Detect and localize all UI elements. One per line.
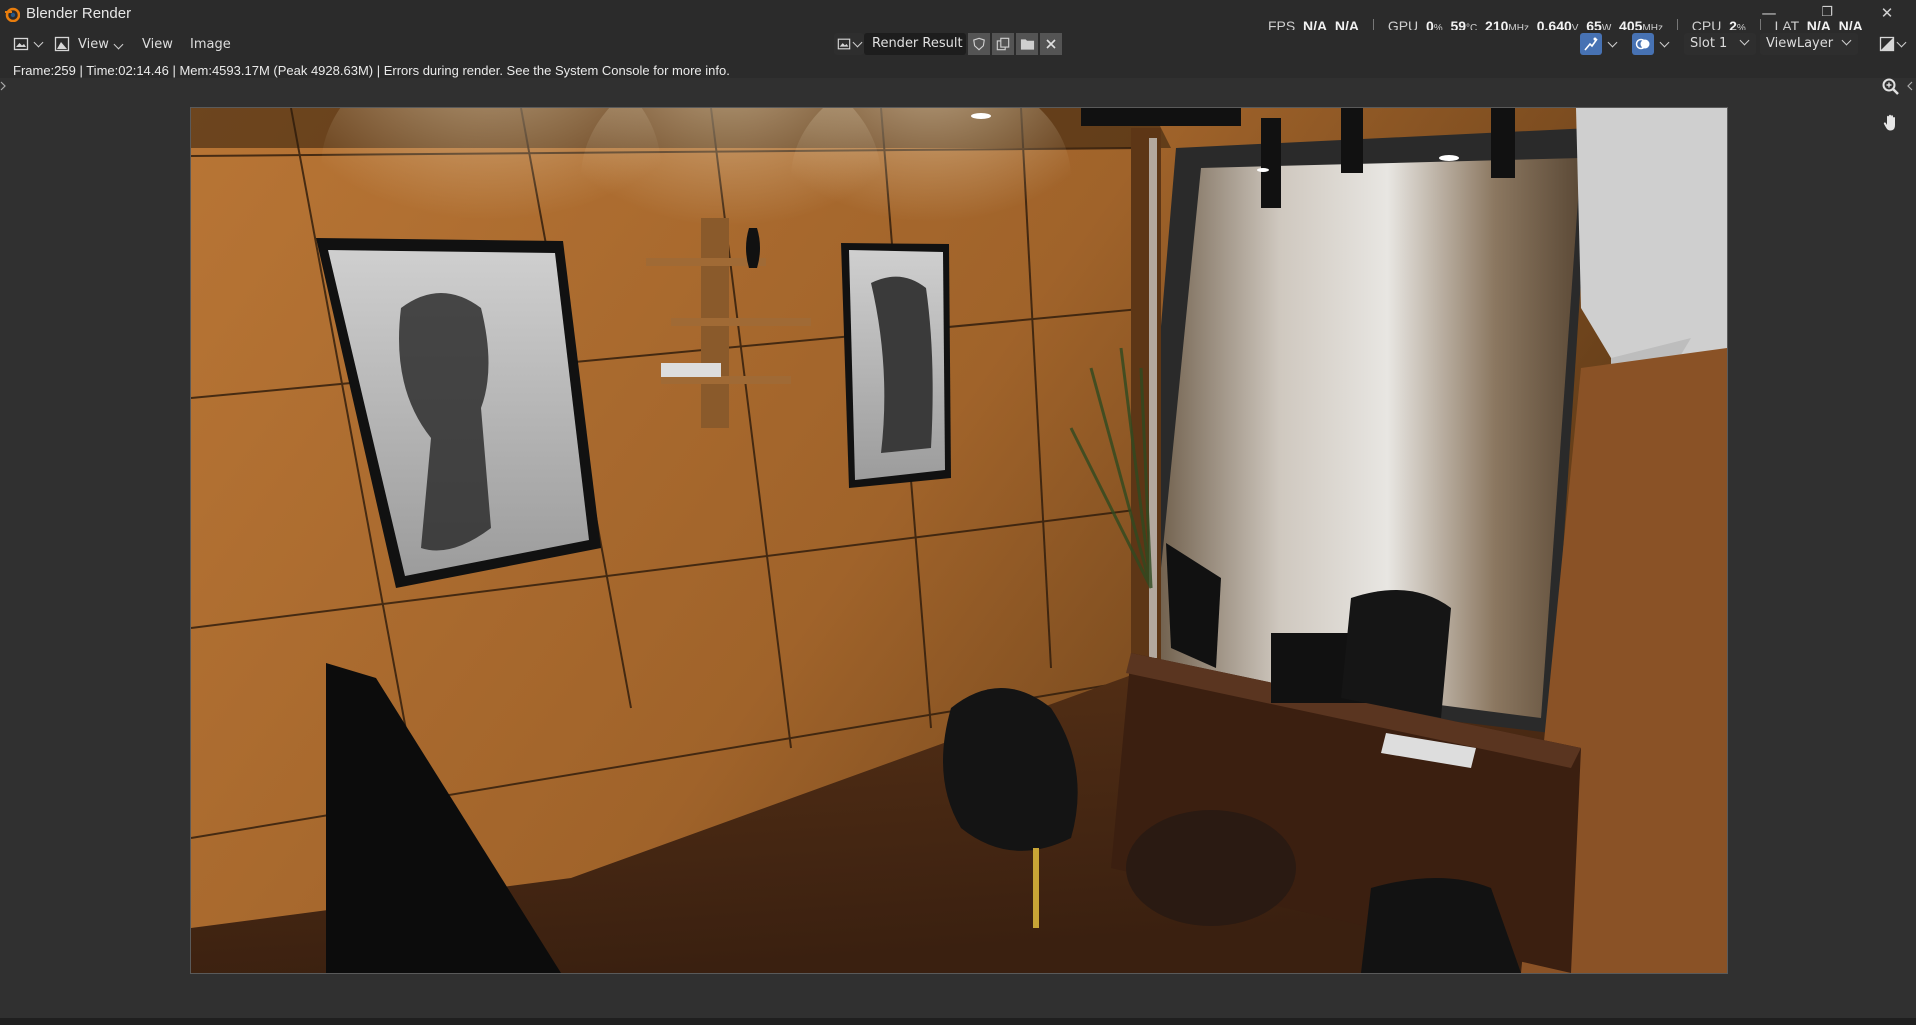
- menu-image[interactable]: Image: [190, 34, 231, 56]
- slot-dropdown[interactable]: Slot 1: [1684, 33, 1756, 55]
- chevron-down-icon: [113, 39, 124, 50]
- chevron-down-icon: [1659, 37, 1669, 47]
- collapse-left-icon[interactable]: [0, 80, 8, 92]
- hand-icon: [1883, 114, 1895, 131]
- window-title: Blender Render: [26, 5, 132, 22]
- shield-icon: [973, 37, 985, 51]
- image-browse-button[interactable]: [834, 33, 864, 55]
- blender-logo-icon: [5, 7, 20, 22]
- overlay-icon: [1635, 38, 1650, 50]
- unlink-image-button[interactable]: [1040, 33, 1062, 55]
- view-layer-dropdown[interactable]: ViewLayer: [1760, 33, 1858, 55]
- duplicate-icon: [996, 37, 1010, 51]
- overlay-dropdown[interactable]: [1656, 33, 1672, 55]
- sample-tool-dropdown[interactable]: [1604, 33, 1620, 55]
- slot-label: Slot 1: [1690, 36, 1728, 51]
- render-result-image: [190, 107, 1728, 974]
- bottom-status-strip: [0, 1018, 1916, 1025]
- image-browse-icon: [837, 38, 851, 50]
- display-channels-button[interactable]: [1876, 33, 1908, 55]
- editor-type-button[interactable]: [10, 33, 44, 55]
- chevron-down-icon: [1896, 37, 1907, 47]
- display-channels-icon: [1879, 36, 1895, 52]
- new-image-button[interactable]: [992, 33, 1014, 55]
- zoom-icon: [1882, 78, 1899, 95]
- view-dropdown[interactable]: View: [78, 34, 124, 56]
- pan-button[interactable]: [1877, 109, 1905, 137]
- zoom-button[interactable]: [1877, 73, 1905, 101]
- mode-button[interactable]: [52, 33, 72, 55]
- open-image-button[interactable]: [1016, 33, 1038, 55]
- render-status-text: Frame:259 | Time:02:14.46 | Mem:4593.17M…: [13, 63, 730, 78]
- overlay-toggle-button[interactable]: [1632, 33, 1654, 55]
- image-mode-icon: [54, 36, 70, 52]
- chevron-down-icon: [1607, 37, 1617, 47]
- view-layer-label: ViewLayer: [1766, 36, 1834, 51]
- chevron-down-icon: [1841, 35, 1852, 46]
- chevron-down-icon: [852, 37, 863, 47]
- image-editor-icon: [13, 37, 28, 51]
- image-name-field[interactable]: Render Result: [864, 33, 966, 55]
- menu-view[interactable]: View: [142, 34, 173, 56]
- folder-icon: [1020, 39, 1034, 50]
- close-icon: [1046, 39, 1056, 49]
- sample-tool-button[interactable]: [1580, 33, 1602, 55]
- scopes-icon: [1584, 37, 1598, 51]
- close-window-button[interactable]: ✕: [1876, 2, 1898, 24]
- view-dropdown-label: View: [78, 37, 109, 52]
- chevron-down-icon: [1739, 35, 1750, 46]
- collapse-right-icon[interactable]: [1906, 80, 1914, 92]
- fake-user-button[interactable]: [968, 33, 990, 55]
- chevron-down-icon: [33, 37, 43, 47]
- render-scene-image: [191, 108, 1727, 973]
